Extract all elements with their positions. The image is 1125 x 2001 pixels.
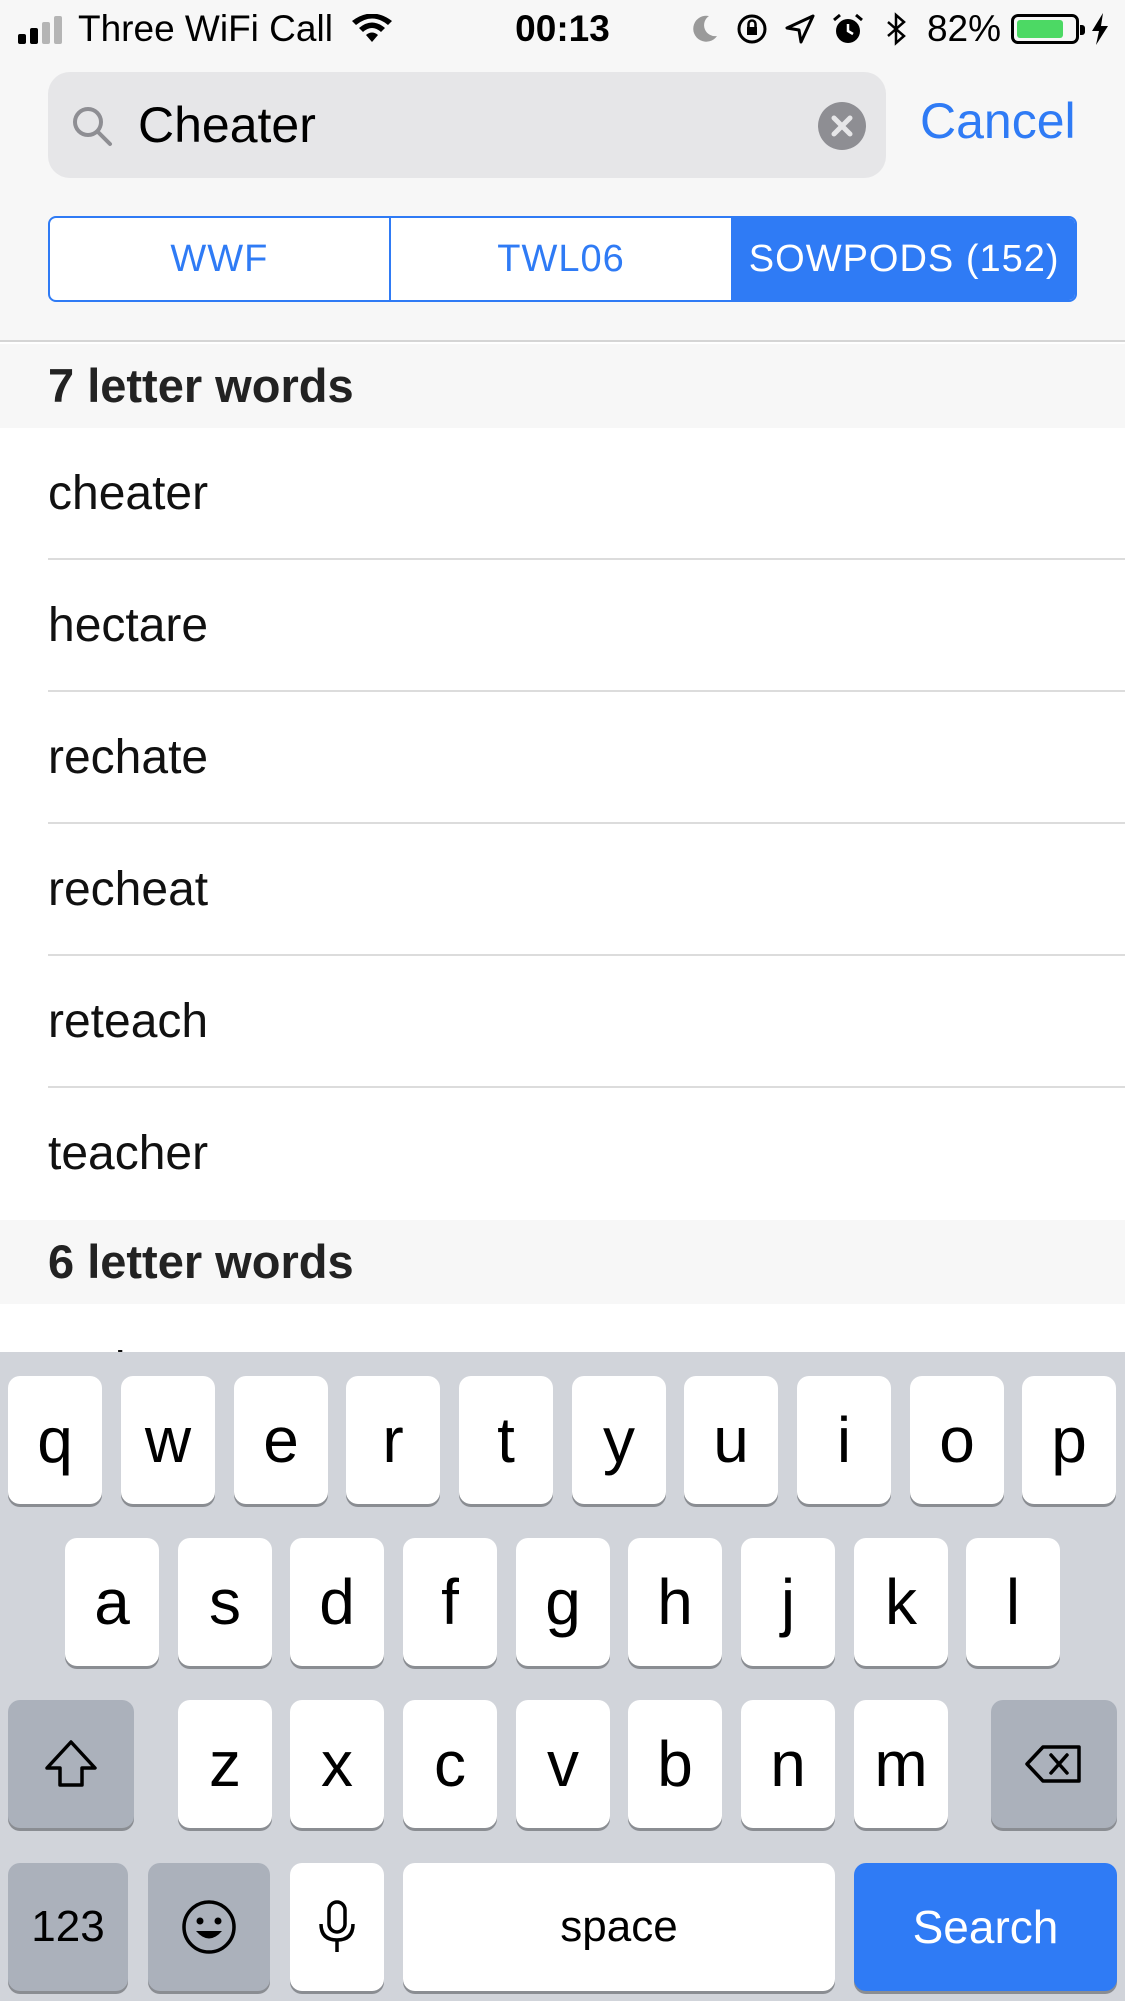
list-item[interactable]: recheat xyxy=(0,824,1125,956)
search-key[interactable]: Search xyxy=(854,1863,1117,1991)
list-item[interactable]: rechate xyxy=(0,692,1125,824)
close-icon xyxy=(831,115,853,137)
key-a[interactable]: a xyxy=(65,1538,159,1666)
word-label: teacher xyxy=(48,1127,209,1180)
key-r[interactable]: r xyxy=(346,1376,440,1504)
key-k[interactable]: k xyxy=(854,1538,948,1666)
search-input[interactable] xyxy=(138,90,818,160)
shift-key[interactable] xyxy=(8,1700,134,1828)
rotation-lock-icon xyxy=(737,14,767,44)
search-icon xyxy=(73,107,112,146)
key-p[interactable]: p xyxy=(1022,1376,1116,1504)
key-g[interactable]: g xyxy=(516,1538,610,1666)
list-item[interactable]: cheater xyxy=(0,428,1125,560)
word-label: cheater xyxy=(48,467,209,520)
key-e[interactable]: e xyxy=(234,1376,328,1504)
battery-icon xyxy=(1011,14,1085,44)
word-label: recheat xyxy=(48,863,209,916)
list-item[interactable]: teacher xyxy=(0,1088,1125,1220)
key-u[interactable]: u xyxy=(684,1376,778,1504)
key-y[interactable]: y xyxy=(572,1376,666,1504)
charging-icon xyxy=(1092,13,1108,45)
key-o[interactable]: o xyxy=(910,1376,1004,1504)
space-key[interactable]: space xyxy=(403,1863,835,1991)
dictionary-segmented-control: WWF TWL06 SOWPODS (152) xyxy=(48,216,1077,302)
word-label: hectare xyxy=(48,599,209,652)
key-v[interactable]: v xyxy=(516,1700,610,1828)
shift-icon xyxy=(45,1740,97,1787)
status-bar: Three WiFi Call 00:13 82% xyxy=(0,0,1125,62)
moon-icon xyxy=(693,15,717,42)
battery-fill xyxy=(1017,20,1063,38)
search-header: Cancel WWF TWL06 SOWPODS (152) xyxy=(0,62,1125,342)
section-header-6-letter: 6 letter words xyxy=(0,1220,1125,1304)
cancel-button[interactable]: Cancel xyxy=(920,92,1076,150)
key-n[interactable]: n xyxy=(741,1700,835,1828)
key-w[interactable]: w xyxy=(121,1376,215,1504)
key-z[interactable]: z xyxy=(178,1700,272,1828)
battery-percent: 82% xyxy=(926,8,1001,49)
list-item[interactable]: reteach xyxy=(0,956,1125,1088)
section-header-7-letter: 7 letter words xyxy=(0,344,1125,428)
emoji-key[interactable] xyxy=(148,1863,270,1991)
key-t[interactable]: t xyxy=(459,1376,553,1504)
segment-sowpods[interactable]: SOWPODS (152) xyxy=(731,218,1075,300)
key-j[interactable]: j xyxy=(741,1538,835,1666)
alarm-icon xyxy=(832,13,863,43)
segment-wwf[interactable]: WWF xyxy=(50,218,389,300)
key-x[interactable]: x xyxy=(290,1700,384,1828)
emoji-icon xyxy=(182,1900,236,1954)
dictation-key[interactable] xyxy=(290,1863,384,1991)
key-i[interactable]: i xyxy=(797,1376,891,1504)
numbers-key[interactable]: 123 xyxy=(8,1863,128,1991)
search-field[interactable] xyxy=(48,72,886,178)
bluetooth-icon xyxy=(887,12,906,46)
key-d[interactable]: d xyxy=(290,1538,384,1666)
list-item[interactable]: hectare xyxy=(0,560,1125,692)
key-m[interactable]: m xyxy=(854,1700,948,1828)
word-label: reteach xyxy=(48,995,209,1048)
key-b[interactable]: b xyxy=(628,1700,722,1828)
key-f[interactable]: f xyxy=(403,1538,497,1666)
word-label: rechate xyxy=(48,731,209,784)
location-icon xyxy=(785,14,815,44)
key-q[interactable]: q xyxy=(8,1376,102,1504)
backspace-icon xyxy=(1025,1745,1081,1783)
key-h[interactable]: h xyxy=(628,1538,722,1666)
keyboard: q w e r t y u i o p a s d f g h j k l z … xyxy=(0,1352,1125,2001)
key-l[interactable]: l xyxy=(966,1538,1060,1666)
segment-twl06[interactable]: TWL06 xyxy=(388,218,732,300)
microphone-icon xyxy=(319,1900,355,1952)
key-s[interactable]: s xyxy=(178,1538,272,1666)
screen: Three WiFi Call 00:13 82% Cheater Cancel… xyxy=(0,0,1125,2001)
status-right: 82% xyxy=(673,8,1111,50)
delete-key[interactable] xyxy=(991,1700,1117,1828)
key-c[interactable]: c xyxy=(403,1700,497,1828)
clear-search-button[interactable] xyxy=(818,102,866,150)
